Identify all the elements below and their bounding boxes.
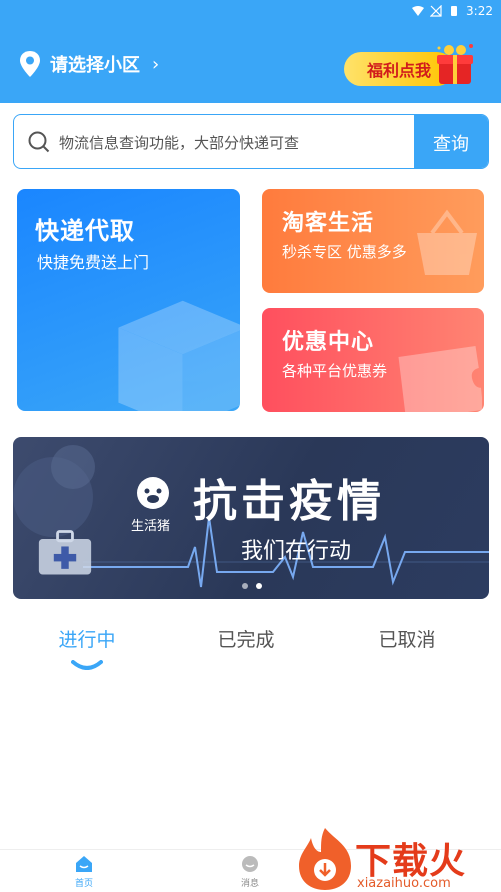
search-input[interactable]: 物流信息查询功能，大部分快递可查 — [59, 132, 299, 153]
promo-banner[interactable]: 生活猪 抗击疫情 我们在行动 — [13, 437, 489, 599]
search-bar: 物流信息查询功能，大部分快递可查 查询 — [13, 114, 489, 169]
location-pin-icon — [20, 51, 40, 77]
watermark-url: xiazaihuo.com — [357, 876, 451, 891]
express-title: 快递代取 — [35, 217, 135, 245]
shopping-basket-icon — [417, 209, 477, 275]
welfare-button[interactable]: 福利点我 — [344, 40, 479, 90]
nav-messages-label: 消息 — [240, 879, 259, 889]
first-aid-kit-icon — [38, 530, 92, 575]
banner-slogan: 抗击疫情 — [193, 476, 385, 527]
status-time: 3:22 — [466, 4, 493, 18]
carousel-dot-active[interactable] — [256, 583, 262, 589]
taoke-title: 淘客生活 — [282, 211, 375, 236]
box-icon — [118, 300, 240, 411]
pig-logo-icon — [137, 477, 169, 509]
nav-home[interactable]: 首页 — [54, 854, 114, 889]
search-button[interactable]: 查询 — [414, 115, 488, 168]
coupon-center-card[interactable]: 优惠中心 各种平台优惠券 — [262, 308, 484, 412]
nav-messages[interactable]: 消息 — [220, 854, 280, 889]
flame-logo-icon — [299, 828, 351, 890]
carousel-indicator — [242, 583, 262, 589]
banner-subtitle: 我们在行动 — [241, 539, 352, 564]
tab-completed[interactable]: 已完成 — [186, 625, 306, 652]
location-selector[interactable]: 请选择小区 › — [18, 50, 159, 78]
tab-cancelled[interactable]: 已取消 — [347, 625, 467, 652]
nav-home-label: 首页 — [74, 879, 93, 889]
battery-icon — [451, 6, 458, 16]
banner-logo-text: 生活猪 — [131, 519, 171, 534]
search-icon — [28, 131, 50, 153]
express-pickup-card[interactable]: 快递代取 快捷免费送上门 — [17, 189, 240, 411]
location-text: 请选择小区 — [50, 55, 140, 76]
app-screen: { "status_bar": { "time": "3:22" }, "hea… — [0, 0, 501, 892]
message-icon — [242, 856, 258, 872]
header-bar: 3:22 请选择小区 › 福利点我 — [0, 0, 501, 103]
taoke-subtitle: 秒杀专区 优惠多多 — [282, 243, 407, 261]
taoke-life-card[interactable]: 淘客生活 秒杀专区 优惠多多 — [262, 189, 484, 293]
signal-off-icon — [430, 5, 442, 17]
carousel-dot[interactable] — [242, 583, 248, 589]
coupon-subtitle: 各种平台优惠券 — [282, 362, 388, 380]
wifi-icon — [412, 6, 425, 16]
watermark: 下载火 xiazaihuo.com — [295, 826, 501, 892]
chevron-right-icon: › — [152, 53, 160, 75]
gift-box-icon — [437, 44, 473, 84]
status-bar: 3:22 — [0, 0, 501, 22]
home-icon — [76, 856, 92, 872]
coupon-title: 优惠中心 — [282, 330, 375, 355]
active-tab-indicator — [71, 660, 103, 670]
express-subtitle: 快捷免费送上门 — [37, 253, 150, 272]
ticket-icon — [398, 346, 482, 412]
tab-in-progress[interactable]: 进行中 — [27, 625, 147, 652]
